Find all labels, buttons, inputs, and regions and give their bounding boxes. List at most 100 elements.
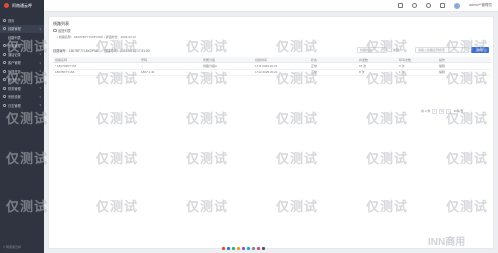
log-icon — [3, 103, 6, 107]
table-cell: 线路分组A — [203, 63, 218, 68]
sidebar-item-label: 统计分析 — [8, 78, 21, 83]
task-icon — [3, 69, 6, 73]
sidebar-item-statistics[interactable]: 统计分析 ▾ — [0, 76, 44, 85]
sidebar-item-line-management[interactable]: 线路管理 ▾ — [0, 24, 44, 33]
next-page-button[interactable]: › — [446, 109, 452, 114]
table-cell: 1807 4 46 — [141, 70, 155, 75]
sidebar-item-settings[interactable]: 系统设置 ▾ — [0, 93, 44, 102]
table-cell: 1712 0025:20:21 — [255, 70, 278, 75]
column-header[interactable]: 号码 — [139, 58, 201, 62]
table-row[interactable]: 1807BF7Y18A 1807 4 46 -- 1712 0025:20:21… — [53, 70, 491, 76]
taskbar — [222, 247, 265, 250]
phone-icon — [3, 27, 6, 31]
table-cell: 正常 — [311, 63, 318, 68]
screen-icon[interactable] — [398, 3, 404, 8]
table-cell: -- — [141, 63, 143, 68]
chevron-down-icon: ▾ — [39, 52, 41, 57]
user-icon — [3, 61, 6, 65]
taskbar-app-icon[interactable] — [257, 247, 260, 250]
pagination-total: 共 2 条 — [421, 109, 431, 114]
back-icon — [53, 28, 57, 33]
taskbar-app-icon[interactable] — [222, 247, 225, 250]
user-name[interactable]: admin**管理员 — [469, 3, 492, 8]
home-icon — [3, 18, 6, 22]
table-cell: 8 次 — [359, 70, 365, 75]
back-label: 返回列表 — [58, 29, 71, 33]
edit-link[interactable]: 编辑 — [437, 64, 491, 68]
type-label-text: 类型 — [393, 47, 400, 52]
bell-icon[interactable] — [426, 3, 432, 8]
sidebar-item-customers[interactable]: 客户管理 ▾ — [0, 59, 44, 68]
created-time: 创建时间：2023-03-12 17:31:50 — [104, 49, 150, 53]
sidebar-item-extension[interactable]: 分机管理 ▾ — [0, 42, 44, 51]
taskbar-app-icon[interactable] — [247, 247, 250, 250]
status-select-value: 线路状态 — [360, 47, 373, 52]
page-size-select[interactable]: 10条/页 — [453, 109, 463, 113]
taskbar-app-icon[interactable] — [252, 247, 255, 250]
avatar[interactable] — [454, 2, 461, 9]
sidebar-item-label: 财务管理 — [8, 86, 21, 91]
table-cell: 15 次 — [359, 63, 367, 68]
chevron-down-icon: ▾ — [39, 94, 41, 99]
column-header[interactable]: 状态 — [309, 58, 357, 62]
page-number[interactable]: 1 — [439, 109, 445, 114]
column-header[interactable]: 创建时间 — [253, 58, 309, 62]
pagination: 共 2 条 ‹ 1 › 10条/页 — [421, 109, 464, 114]
gear-icon — [3, 95, 6, 99]
search-input[interactable]: 请输入线路名称搜索 — [415, 47, 469, 53]
column-header[interactable]: 操作 — [437, 58, 491, 62]
taskbar-app-icon[interactable] — [262, 247, 265, 250]
chart-icon — [3, 78, 6, 82]
info-row: 线路编号：1807BF7Y18XDP6B 创建时间：2023-03-12 17:… — [53, 48, 150, 53]
message-icon[interactable] — [412, 3, 418, 8]
table-cell: 正常 — [311, 70, 318, 75]
sidebar-item-home[interactable]: 首页 — [0, 16, 44, 25]
chevron-down-icon: ▾ — [39, 69, 41, 74]
chevron-down-icon: ▾ — [39, 77, 41, 82]
sidebar-item-label: 外呼任务 — [8, 69, 21, 74]
chevron-down-icon: ▾ — [39, 43, 41, 48]
column-header[interactable]: 线路名称 — [53, 58, 139, 62]
app-logo[interactable]: 阿南通云呼 — [0, 0, 44, 12]
line-number: 线路编号：1807BF7Y18XDP6B — [53, 49, 98, 53]
logo-text: 阿南通云呼 — [12, 2, 32, 8]
wallet-icon — [3, 86, 6, 90]
logo-icon — [4, 3, 9, 8]
taskbar-app-icon[interactable] — [227, 247, 230, 250]
record-icon — [3, 52, 6, 56]
table-cell: -- — [203, 70, 205, 75]
table-cell: 1807BF7Y18A — [55, 70, 75, 75]
chevron-down-icon: ▾ — [383, 48, 385, 52]
chevron-down-icon: ▾ — [39, 60, 41, 65]
taskbar-app-icon[interactable] — [237, 247, 240, 250]
prev-page-button[interactable]: ‹ — [432, 109, 438, 114]
sidebar-footer: © 阿南通云呼 — [3, 245, 22, 249]
sidebar-item-label: 首页 — [8, 18, 15, 23]
sidebar-item-call-records[interactable]: 通话记录 ▾ — [0, 50, 44, 59]
edit-link[interactable]: 编辑 — [437, 70, 491, 74]
taskbar-app-icon[interactable] — [232, 247, 235, 250]
search-button[interactable]: 搜索 — [471, 47, 489, 53]
table-cell: 1 次 — [399, 70, 405, 75]
sidebar-item-label: 线路管理 — [8, 27, 21, 32]
column-header[interactable]: 并发数 — [357, 58, 397, 62]
sidebar-item-label: 通话记录 — [8, 52, 21, 57]
sidebar-item-finance[interactable]: 财务管理 ▾ — [0, 84, 44, 93]
sidebar: 首页 线路管理 ▾ 线路列表 分机管理 ▾ 通话记录 ▾ 客户管理 ▾ 外呼任务 ▾ 统计… — [0, 12, 44, 253]
column-header[interactable]: 呼叫次数 — [397, 58, 437, 62]
brand-watermark: INN商用 — [428, 237, 466, 248]
status-select[interactable]: 线路状态 ▾ — [357, 47, 387, 53]
search-placeholder: 请输入线路名称搜索 — [418, 47, 446, 52]
table-cell: 0 次 — [399, 63, 405, 68]
chevron-down-icon: ▾ — [39, 103, 41, 108]
fullscreen-icon[interactable] — [440, 3, 446, 8]
sidebar-item-label: 系统设置 — [8, 95, 21, 100]
taskbar-app-icon[interactable] — [242, 247, 245, 250]
back-button[interactable]: 返回列表 — [53, 28, 71, 33]
sidebar-item-logs[interactable]: 日志管理 ▾ — [0, 101, 44, 110]
table-cell: * 1807RB7YYM — [55, 63, 77, 68]
column-header[interactable]: 所属分组 — [201, 58, 253, 62]
sidebar-item-line-list[interactable]: 线路列表 — [0, 33, 44, 42]
page-title: 线路列表 — [53, 21, 69, 26]
sidebar-item-tasks[interactable]: 外呼任务 ▾ — [0, 67, 44, 76]
